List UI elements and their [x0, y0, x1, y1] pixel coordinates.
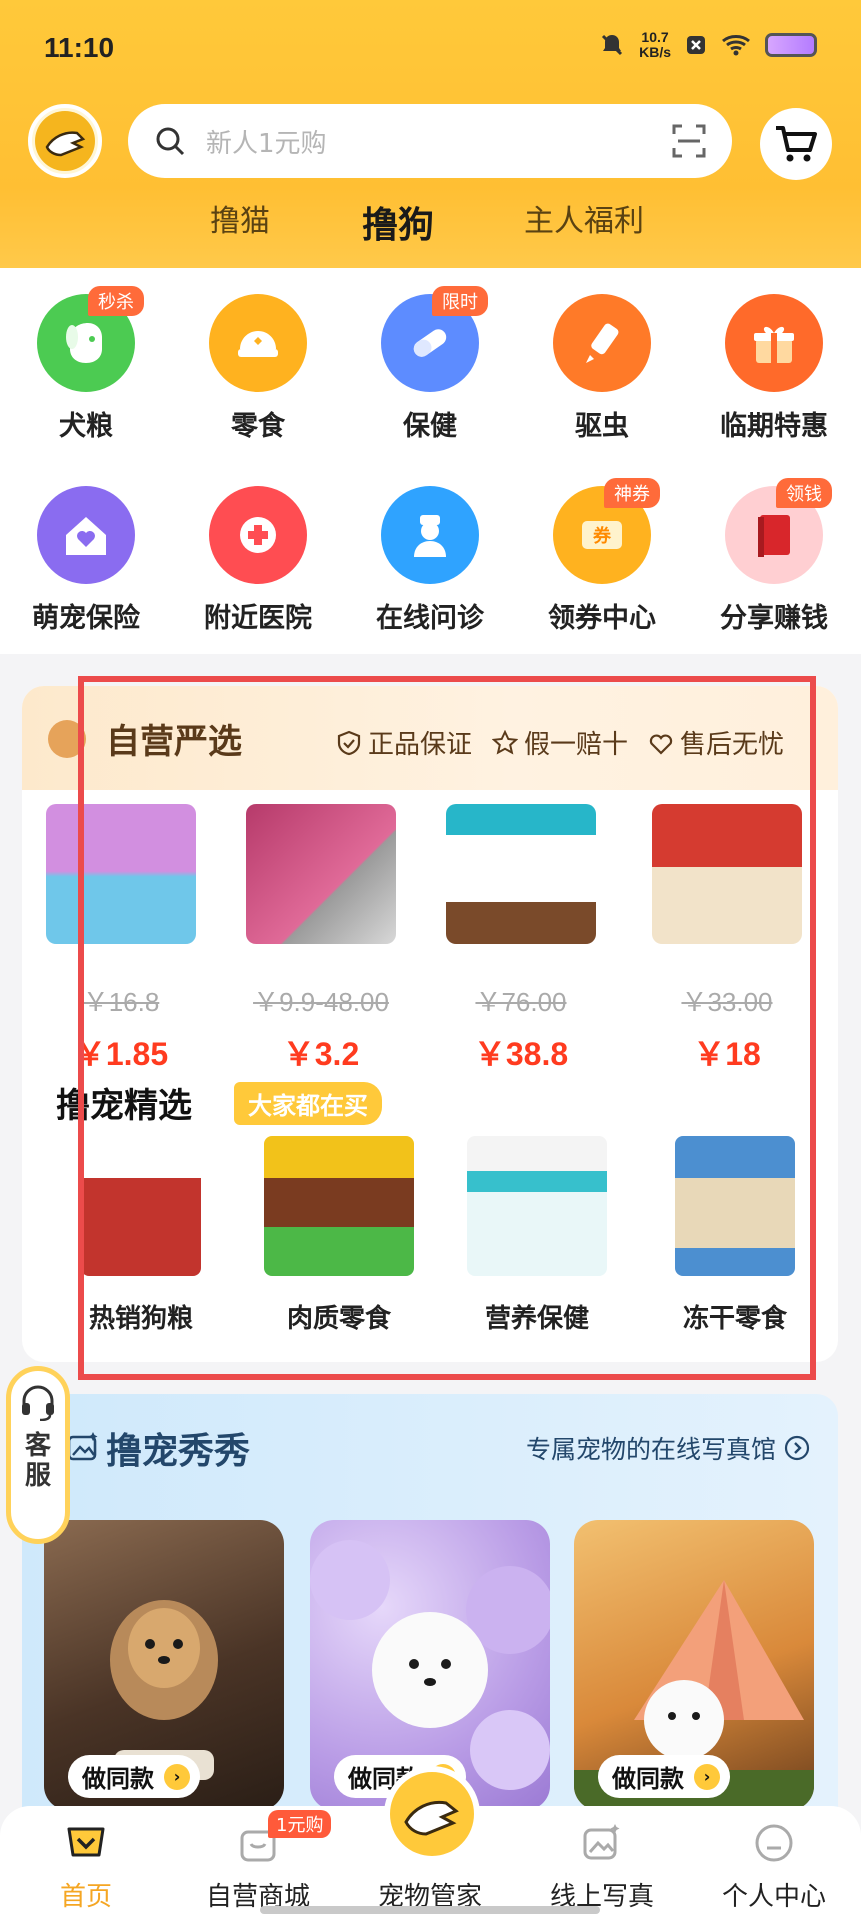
- category-snacks[interactable]: 零食: [178, 294, 338, 443]
- category-label: 零食: [231, 411, 285, 442]
- category-nearby-hospital[interactable]: 附近医院: [178, 486, 338, 635]
- nav-online-photo[interactable]: 线上写真: [516, 1820, 688, 1913]
- wifi-icon: [722, 35, 750, 56]
- nav-home[interactable]: 首页: [0, 1820, 172, 1913]
- highlight-box: [78, 676, 816, 1380]
- arrow-right-icon: ›: [694, 1763, 720, 1790]
- house-heart-icon: [66, 517, 106, 555]
- pet-show-tile[interactable]: 做同款›: [44, 1520, 284, 1810]
- category-pet-insurance[interactable]: 萌宠保险: [6, 486, 166, 635]
- pet-butler-center-button[interactable]: [384, 1766, 480, 1862]
- headset-icon: [22, 1385, 54, 1422]
- tab-cat[interactable]: 撸猫: [210, 196, 270, 240]
- category-badge: 神券: [604, 478, 660, 508]
- cart-icon: [776, 126, 817, 162]
- nav-shop[interactable]: 1元购 自营商城: [172, 1810, 344, 1913]
- battery-icon: [765, 33, 817, 57]
- dog-icon: [66, 323, 102, 363]
- smile-face-icon: [755, 1824, 793, 1862]
- category-deworming[interactable]: 驱虫: [522, 294, 682, 443]
- status-bar-icons: 10.7 KB/s: [599, 30, 817, 60]
- category-label: 附近医院: [204, 603, 312, 634]
- search-icon: [156, 127, 185, 156]
- status-time: 11:10: [44, 32, 115, 63]
- nav-label: 个人中心: [721, 1882, 826, 1912]
- snack-bowl-icon: [238, 331, 278, 357]
- pill-icon: [413, 329, 447, 357]
- sim-x-icon: [687, 36, 705, 54]
- category-label: 在线问诊: [376, 603, 484, 634]
- svg-text:券: 券: [592, 525, 612, 547]
- photo-icon: [583, 1824, 620, 1860]
- make-same-button[interactable]: 做同款›: [598, 1755, 730, 1798]
- category-badge: 领钱: [776, 478, 832, 508]
- category-label: 领券中心: [548, 603, 656, 634]
- medical-cross-icon: [240, 517, 276, 553]
- home-indicator: [260, 1906, 600, 1914]
- app-logo[interactable]: [28, 104, 102, 178]
- category-label: 分享赚钱: [720, 603, 828, 634]
- category-grid: 秒杀 犬粮 零食 限时 保健 驱虫 临期特惠 萌宠保险 附近医院 在线问诊 券 …: [0, 268, 861, 654]
- category-label: 萌宠保险: [32, 603, 140, 634]
- coupon-icon: 券: [582, 521, 622, 549]
- nav-badge: 1元购: [268, 1810, 332, 1838]
- doctor-icon: [414, 515, 446, 557]
- network-speed: 10.7 KB/s: [639, 29, 671, 60]
- category-badge: 限时: [432, 286, 488, 316]
- pet-show-link[interactable]: 专属宠物的在线写真馆: [526, 1430, 810, 1466]
- tab-dog[interactable]: 撸狗: [362, 196, 435, 248]
- home-heart-icon: [67, 1827, 105, 1857]
- header: 11:10 10.7 KB/s 新人1元购 撸猫 撸狗 主人福利: [0, 0, 861, 268]
- pet-hand-logo-icon: [45, 131, 86, 157]
- category-coupon-center[interactable]: 券 神券 领券中心: [522, 478, 682, 635]
- photo-sparkle-icon: [67, 1432, 98, 1461]
- category-badge: 秒杀: [88, 286, 144, 316]
- category-label: 犬粮: [59, 411, 113, 442]
- customer-service-label: 客服: [24, 1431, 51, 1491]
- pet-show-tile[interactable]: 做同款›: [574, 1520, 814, 1810]
- arrow-right-icon: ›: [164, 1763, 190, 1790]
- scan-icon[interactable]: [672, 124, 706, 158]
- category-online-consult[interactable]: 在线问诊: [350, 486, 510, 635]
- pet-show-title: 撸宠秀秀: [106, 1431, 251, 1472]
- gift-icon: [754, 326, 794, 363]
- chevron-right-circle-icon: [784, 1435, 810, 1461]
- nav-profile[interactable]: 个人中心: [688, 1820, 860, 1913]
- dropper-icon: [586, 323, 619, 363]
- category-expiring-deals[interactable]: 临期特惠: [694, 294, 854, 443]
- pet-hand-logo-icon: [404, 1800, 459, 1836]
- top-tabs: 撸猫 撸狗 主人福利: [0, 196, 861, 256]
- tab-owner-benefits[interactable]: 主人福利: [524, 196, 644, 240]
- nav-label: 首页: [59, 1882, 112, 1912]
- category-label: 保健: [403, 411, 457, 442]
- red-book-icon: [758, 515, 790, 557]
- category-dog-food[interactable]: 秒杀 犬粮: [6, 286, 166, 443]
- category-label: 临期特惠: [720, 411, 828, 442]
- make-same-button[interactable]: 做同款›: [68, 1755, 200, 1798]
- cart-button[interactable]: [760, 108, 832, 180]
- search-bar[interactable]: 新人1元购: [128, 104, 732, 178]
- category-share-earn[interactable]: 领钱 分享赚钱: [694, 478, 854, 635]
- customer-service-button[interactable]: 客服: [6, 1366, 70, 1544]
- category-health[interactable]: 限时 保健: [350, 286, 510, 443]
- mute-bell-icon: [602, 34, 623, 56]
- category-label: 驱虫: [575, 411, 629, 442]
- search-input[interactable]: 新人1元购: [206, 123, 672, 160]
